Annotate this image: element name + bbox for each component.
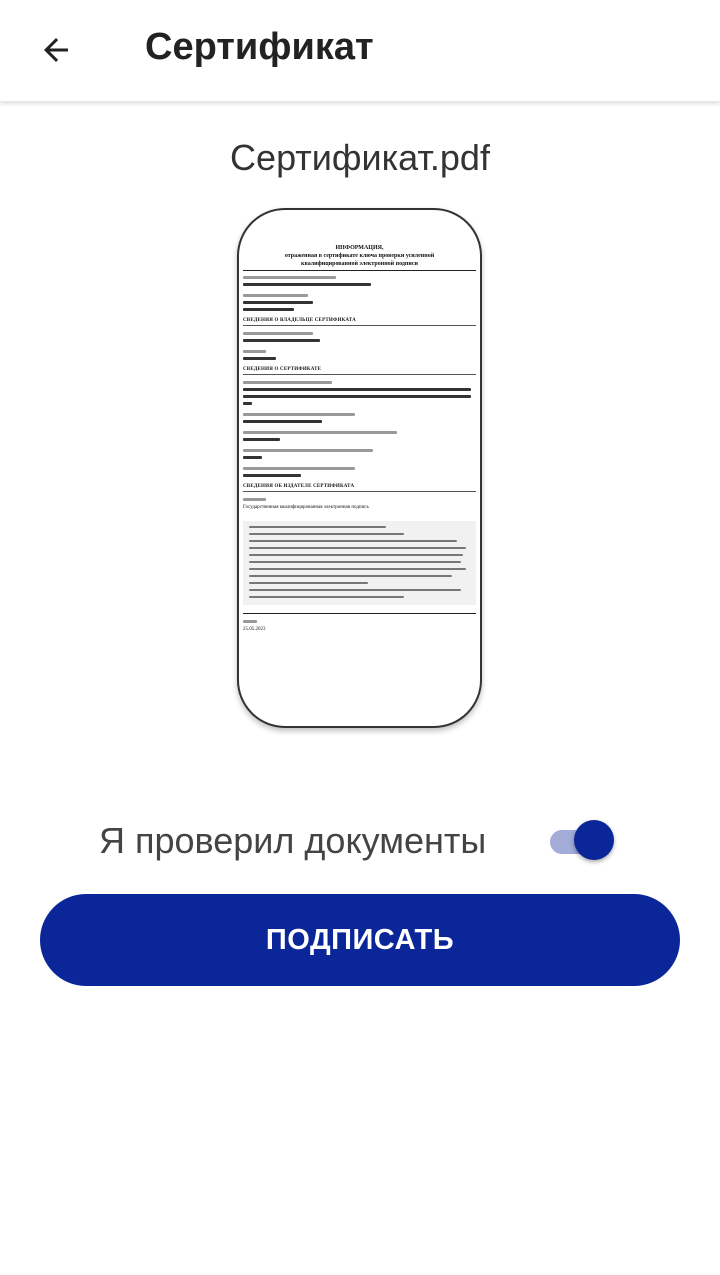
document-heading: ИНФОРМАЦИЯ, отраженная в сертификате клю… — [243, 244, 476, 271]
document-text-line — [243, 308, 295, 311]
document-preview[interactable]: ИНФОРМАЦИЯ, отраженная в сертификате клю… — [237, 208, 482, 728]
document-text-line — [243, 357, 276, 360]
document-text-line — [243, 294, 309, 297]
confirm-toggle[interactable] — [548, 820, 616, 860]
document-text-line — [243, 283, 372, 286]
document-text-line — [243, 395, 472, 398]
app-bar: Сертификат — [0, 0, 720, 102]
document-section-cert: СВЕДЕНИЯ О СЕРТИФИКАТЕ — [243, 367, 476, 375]
page-title: Сертификат — [145, 26, 374, 68]
document-text-line — [243, 456, 262, 459]
document-heading-line3: квалифицированной электронной подписи — [301, 261, 418, 267]
document-text-line — [243, 438, 281, 441]
document-issuer-name: Государственная квалифицированная электр… — [243, 505, 369, 510]
document-section-issuer: СВЕДЕНИЯ ОБ ИЗДАТЕЛЕ СЕРТИФИКАТА — [243, 484, 476, 492]
document-text-line — [243, 620, 257, 623]
confirm-label: Я проверил документы — [99, 820, 487, 861]
document-text-line — [243, 467, 355, 470]
document-section-owner: СВЕДЕНИЯ О ВЛАДЕЛЬЦЕ СЕРТИФИКАТА — [243, 318, 476, 326]
document-text-line — [243, 498, 267, 501]
sign-button[interactable]: ПОДПИСАТЬ — [40, 894, 680, 986]
document-heading-line1: ИНФОРМАЦИЯ, — [335, 245, 384, 251]
document-text-line — [243, 339, 320, 342]
document-heading-line2: отраженная в сертификате ключа проверки … — [284, 253, 435, 259]
document-text-line — [243, 402, 253, 405]
document-note — [243, 521, 476, 605]
document-divider — [243, 613, 476, 614]
document-text-line — [243, 381, 332, 384]
document-text-line — [243, 474, 302, 477]
arrow-left-icon — [44, 38, 68, 62]
document-text-line — [243, 449, 374, 452]
confirm-row: Я проверил документы — [0, 812, 720, 872]
document-text-line — [243, 301, 313, 304]
document-text-line — [243, 350, 267, 353]
document-text-line — [243, 420, 323, 423]
document-page: ИНФОРМАЦИЯ, отраженная в сертификате клю… — [243, 244, 476, 633]
document-date: 25.05.2023 — [243, 627, 266, 632]
document-text-line — [243, 388, 472, 391]
toggle-thumb — [574, 820, 614, 860]
back-button[interactable] — [28, 22, 84, 78]
document-text-line — [243, 332, 313, 335]
file-name: Сертификат.pdf — [230, 137, 490, 178]
document-text-line — [243, 431, 397, 434]
document-text-line — [243, 276, 337, 279]
document-text-line — [243, 413, 355, 416]
